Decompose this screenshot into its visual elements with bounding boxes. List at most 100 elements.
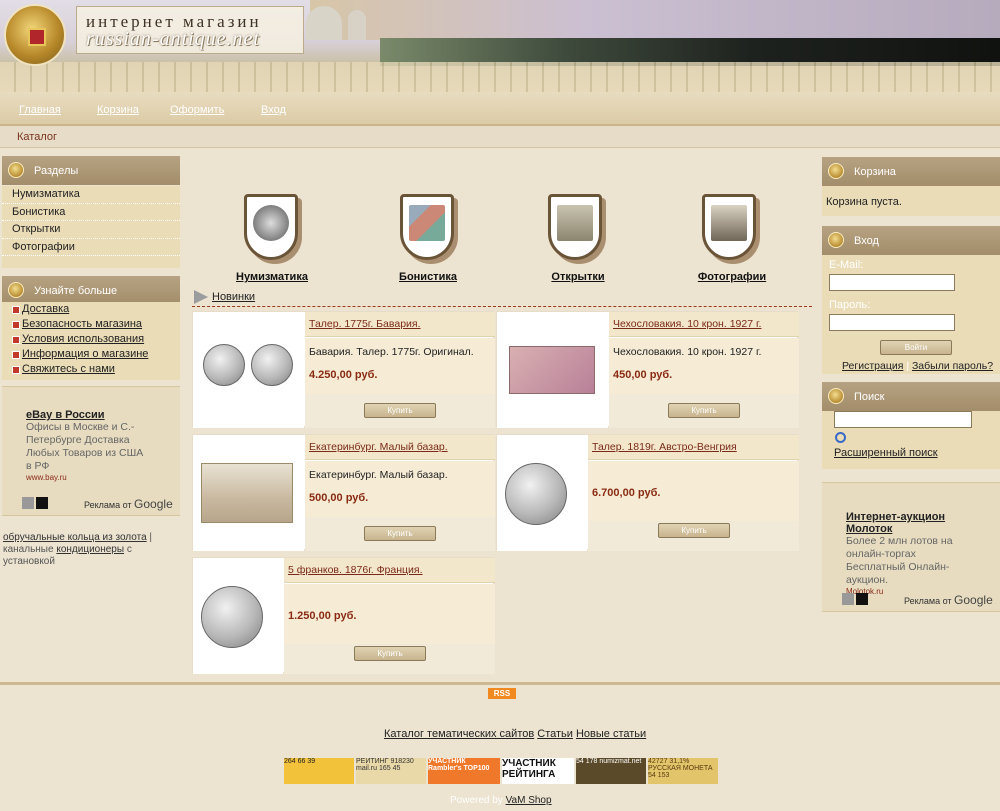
counter-badge-rating[interactable]: УЧАСТНИК РЕЙТИНГА xyxy=(502,758,574,784)
next-arrow-icon[interactable] xyxy=(36,497,48,509)
login-button[interactable]: Войти xyxy=(880,340,952,355)
powered-by: Powered by VaM Shop xyxy=(450,795,552,806)
category-image-bonistics[interactable] xyxy=(400,194,454,260)
prev-arrow-icon[interactable] xyxy=(842,593,854,605)
next-arrow-icon[interactable] xyxy=(856,593,868,605)
coat-of-arms-icon[interactable] xyxy=(4,4,66,66)
buy-button[interactable]: Купить xyxy=(668,403,740,418)
ad-arrows xyxy=(22,497,50,512)
section-item-photos[interactable]: Фотографии xyxy=(2,239,180,256)
bullet-icon xyxy=(12,351,20,359)
password-field[interactable] xyxy=(829,314,955,331)
footer-divider xyxy=(0,682,1000,685)
product-image[interactable] xyxy=(497,312,608,428)
nav-login[interactable]: Вход xyxy=(261,104,286,116)
news-link[interactable]: Новинки xyxy=(212,291,255,303)
link-rings[interactable]: обручальные кольца из золота xyxy=(3,532,147,543)
category-image-numismatics[interactable] xyxy=(244,194,298,260)
counter-badge-numizmat[interactable]: 54 178 numizmat.net xyxy=(576,758,646,784)
rss-icon[interactable]: RSS xyxy=(488,688,516,699)
footer-link-catalog[interactable]: Каталог тематических сайтов xyxy=(384,728,534,740)
buy-button[interactable]: Купить xyxy=(354,646,426,661)
google-brand: Google xyxy=(954,593,993,607)
learn-link-about[interactable]: Информация о магазине xyxy=(22,348,148,360)
product-price: 4.250,00 руб. xyxy=(309,369,378,381)
nav-checkout[interactable]: Оформить xyxy=(170,104,224,116)
login-title: Вход xyxy=(854,235,879,247)
buy-area: Купить xyxy=(305,394,495,428)
breadcrumb-catalog[interactable]: Каталог xyxy=(17,131,57,143)
learn-item[interactable]: Свяжитесь с нами xyxy=(2,362,180,377)
ad-url[interactable]: www.bay.ru xyxy=(26,473,146,482)
learn-link-security[interactable]: Безопасность магазина xyxy=(22,318,142,330)
email-field[interactable] xyxy=(829,274,955,291)
category-image-postcards[interactable] xyxy=(548,194,602,260)
counter-badge-liveinternet[interactable]: 264 66 39 xyxy=(284,758,354,784)
category-image-photos[interactable] xyxy=(702,194,756,260)
site-header: интернет магазин russian-antique.net xyxy=(0,0,1000,92)
category-link-numismatics[interactable]: Нумизматика xyxy=(232,271,312,283)
product-image[interactable] xyxy=(193,558,283,674)
search-icon[interactable] xyxy=(835,432,846,443)
bullet-icon xyxy=(12,306,20,314)
product-desc-box: Бавария. Талер. 1775г. Оригинал. xyxy=(305,338,495,394)
buy-button[interactable]: Купить xyxy=(658,523,730,538)
learn-link-terms[interactable]: Условия использования xyxy=(22,333,144,345)
category-link-bonistics[interactable]: Бонистика xyxy=(392,271,464,283)
learn-item[interactable]: Информация о магазине xyxy=(2,347,180,362)
category-link-photos[interactable]: Фотографии xyxy=(692,271,772,283)
product-image[interactable] xyxy=(497,435,587,551)
product-price: 450,00 руб. xyxy=(613,369,673,381)
ads-by-google[interactable]: Реклама от Google xyxy=(84,497,173,511)
ad-title[interactable]: eBay в России xyxy=(26,409,146,421)
product-image[interactable] xyxy=(193,312,304,428)
ad-body: Более 2 млн лотов на онлайн-торгах Беспл… xyxy=(846,535,953,586)
link-conditioners[interactable]: кондиционеры xyxy=(56,544,124,555)
vamshop-link[interactable]: VaM Shop xyxy=(506,795,552,806)
section-item-numismatics[interactable]: Нумизматика xyxy=(2,186,180,204)
coin-icon xyxy=(828,163,844,179)
product-price: 1.250,00 руб. xyxy=(288,610,357,622)
product-title[interactable]: Чехословакия. 10 крон. 1927 г. xyxy=(609,312,799,337)
ad-title[interactable]: Интернет-аукцион Молоток xyxy=(846,511,978,535)
top-nav: Главная Корзина Оформить Вход xyxy=(0,92,1000,126)
nav-cart[interactable]: Корзина xyxy=(97,104,139,116)
product-desc: Чехословакия. 10 крон. 1927 г. xyxy=(613,346,762,358)
advanced-search-link[interactable]: Расширенный поиск xyxy=(834,447,938,459)
product-title[interactable]: Талер. 1819г. Австро-Венгрия xyxy=(588,435,799,460)
register-link[interactable]: Регистрация xyxy=(842,360,903,372)
breadcrumb: Каталог xyxy=(0,126,1000,148)
learn-link-contact[interactable]: Свяжитесь с нами xyxy=(22,363,115,375)
ad-body: Офисы в Москве и С.-Петербурге Доставка … xyxy=(26,421,144,472)
footer-link-articles[interactable]: Статьи xyxy=(537,728,573,740)
cart-title: Корзина xyxy=(854,166,896,178)
counter-badge-rambler[interactable]: УЧАСТНИК Rambler's TOP100 xyxy=(428,758,500,784)
section-item-bonistics[interactable]: Бонистика xyxy=(2,204,180,221)
buy-button[interactable]: Купить xyxy=(364,526,436,541)
learn-item[interactable]: Доставка xyxy=(2,302,180,317)
sections-panel-header: Разделы xyxy=(2,156,180,185)
category-link-postcards[interactable]: Открытки xyxy=(542,271,614,283)
ad-arrows xyxy=(842,593,870,608)
product-card: Екатеринбург. Малый базар. Екатеринбург.… xyxy=(192,434,495,551)
learn-item[interactable]: Условия использования xyxy=(2,332,180,347)
product-title[interactable]: Талер. 1775г. Бавария. xyxy=(305,312,495,337)
nav-home[interactable]: Главная xyxy=(19,104,61,116)
forgot-password-link[interactable]: Забыли пароль? xyxy=(912,360,993,372)
search-input[interactable] xyxy=(834,411,972,428)
buy-button[interactable]: Купить xyxy=(364,403,436,418)
section-item-postcards[interactable]: Открытки xyxy=(2,221,180,239)
footer-link-new-articles[interactable]: Новые статьи xyxy=(576,728,646,740)
ads-by-google[interactable]: Реклама от Google xyxy=(904,593,993,607)
learn-link-delivery[interactable]: Доставка xyxy=(22,303,69,315)
counter-badge-russkaya-moneta[interactable]: 42727 31,1% РУССКАЯ МОНЕТА 54 153 xyxy=(648,758,718,784)
left-ad-block: eBay в России Офисы в Москве и С.-Петерб… xyxy=(2,386,180,516)
product-title[interactable]: Екатеринбург. Малый базар. xyxy=(305,435,495,460)
prev-arrow-icon[interactable] xyxy=(22,497,34,509)
church-tower-image xyxy=(348,10,366,40)
learn-item[interactable]: Безопасность магазина xyxy=(2,317,180,332)
product-title[interactable]: 5 франков. 1876г. Франция. xyxy=(284,558,495,583)
sections-title: Разделы xyxy=(34,165,79,177)
counter-badge-mailru[interactable]: РЕЙТИНГ 918230 mail.ru 165 45 xyxy=(356,758,426,784)
product-image[interactable] xyxy=(193,435,304,551)
